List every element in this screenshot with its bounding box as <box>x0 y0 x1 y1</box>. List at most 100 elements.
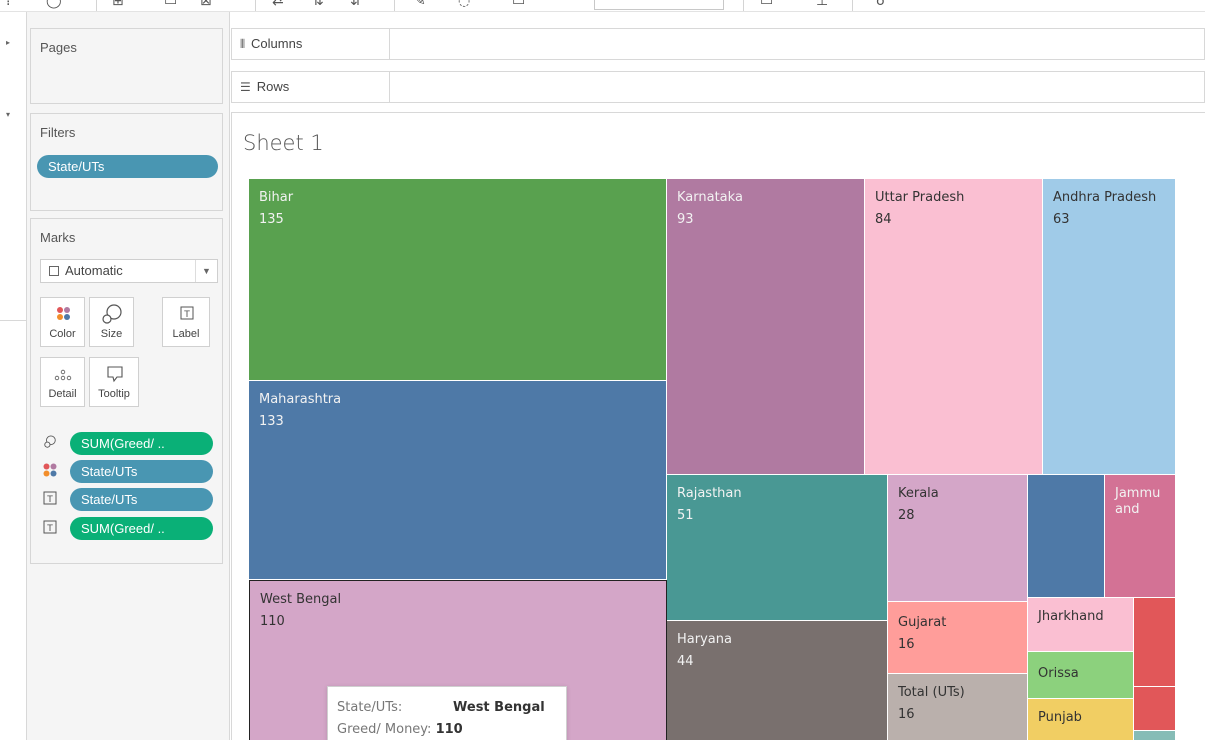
treemap-cell-gujarat[interactable]: Gujarat 16 <box>888 602 1028 674</box>
treemap-cell-andhra-pradesh[interactable]: Andhra Pradesh 63 <box>1043 179 1176 475</box>
cell-name: Rajasthan <box>677 486 742 501</box>
group-icon[interactable]: ◌ <box>458 0 470 9</box>
cell-value: 133 <box>259 414 284 429</box>
treemap-cell-karnataka[interactable]: Karnataka 93 <box>667 179 865 475</box>
mark-type-dropdown[interactable]: Automatic ▼ <box>40 259 218 283</box>
highlight-icon[interactable]: ✎ <box>414 0 426 9</box>
data-pane-collapsed: ▸ ▾ <box>0 12 27 740</box>
mark-type-label: Automatic <box>65 263 123 278</box>
toolbar: ⁞ ◯ ⊞ ▭ ⊠ ⇄ ⇅ ⇵ ✎ ◌ ▭ ▭ ⊥ ʊ <box>0 0 1205 12</box>
treemap-cell-haryana[interactable]: Haryana 44 <box>667 621 888 740</box>
fit-dropdown[interactable] <box>594 0 724 10</box>
pages-title: Pages <box>40 40 77 55</box>
treemap-cell-unlabeled-red-2[interactable] <box>1134 687 1176 731</box>
tooltip-money-key: Greed/ Money: <box>337 722 432 737</box>
treemap-cell-unlabeled-red-1[interactable] <box>1134 598 1176 687</box>
treemap-cell-jharkhand[interactable]: Jharkhand <box>1028 598 1134 652</box>
presentation-icon[interactable]: ▭ <box>760 0 773 9</box>
help-icon[interactable]: ʊ <box>876 0 885 9</box>
cell-value: 63 <box>1053 212 1070 227</box>
share-icon[interactable]: ⊥ <box>816 0 828 9</box>
columns-icon: ⫴ <box>240 37 246 51</box>
treemap-cell-unlabeled-teal[interactable] <box>1134 731 1176 740</box>
filters-title: Filters <box>40 125 76 140</box>
expand-arrow-icon[interactable]: ▸ <box>6 38 10 47</box>
chevron-down-icon: ▼ <box>195 260 217 282</box>
svg-text:T: T <box>46 524 53 534</box>
tooltip-state-value: West Bengal <box>453 700 545 715</box>
marks-field-state-color[interactable]: State/UTs <box>70 460 213 483</box>
cell-value: 16 <box>898 707 915 722</box>
clear-sheet-icon[interactable]: ⊠ <box>200 0 212 9</box>
color-button[interactable]: Color <box>40 297 85 347</box>
pause-icon[interactable]: ▭ <box>164 0 177 9</box>
treemap-cell-maharashtra[interactable]: Maharashtra 133 <box>249 381 667 580</box>
detail-button[interactable]: Detail <box>40 357 85 407</box>
collapse-arrow-icon[interactable]: ▾ <box>6 110 10 119</box>
marks-title: Marks <box>40 230 76 245</box>
size-button[interactable]: Size <box>89 297 134 347</box>
treemap-cell-rajasthan[interactable]: Rajasthan 51 <box>667 475 888 621</box>
marks-field-sum-greed-label[interactable]: SUM(Greed/ .. <box>70 517 213 540</box>
cell-name: Gujarat <box>898 615 947 630</box>
rows-shelf[interactable]: ☰ Rows <box>231 71 1205 103</box>
filters-card[interactable]: Filters State/UTs <box>30 113 223 211</box>
color-label: Color <box>49 328 76 340</box>
marks-field-sum-greed-size[interactable]: SUM(Greed/ .. <box>70 432 213 455</box>
size-icon <box>44 435 56 448</box>
mark-tooltip: State/UTs: West Bengal Greed/ Money: 110 <box>327 686 567 740</box>
filter-pill-state[interactable]: State/UTs <box>37 155 218 178</box>
rows-icon: ☰ <box>240 80 251 94</box>
detail-icon <box>54 369 72 381</box>
columns-label: ⫴ Columns <box>232 29 390 59</box>
sheet-title: Sheet 1 <box>243 131 324 155</box>
rows-label: ☰ Rows <box>232 72 390 102</box>
tooltip-icon <box>107 366 123 383</box>
cell-name: Karnataka <box>677 190 743 205</box>
square-icon <box>49 266 59 276</box>
svg-text:T: T <box>183 310 190 320</box>
size-label: Size <box>100 328 123 340</box>
cell-name: Jammu and <box>1115 486 1161 517</box>
cell-value: 93 <box>677 212 694 227</box>
sort-ascending-icon[interactable]: ⇅ <box>312 0 324 9</box>
label-icon: T <box>180 306 194 320</box>
marks-field-state-label[interactable]: State/UTs <box>70 488 213 511</box>
tooltip-money-value: 110 <box>435 722 463 737</box>
cell-name: Andhra Pradesh <box>1053 190 1157 205</box>
label-label: Label <box>172 328 200 340</box>
columns-shelf[interactable]: ⫴ Columns <box>231 28 1205 60</box>
menu-icon[interactable]: ⁞ <box>6 0 10 9</box>
pages-card[interactable]: Pages <box>30 28 223 104</box>
cell-value: 51 <box>677 508 694 523</box>
treemap-cell-bihar[interactable]: Bihar 135 <box>249 179 667 381</box>
label-icon: T <box>43 520 57 534</box>
cell-name: Jharkhand <box>1038 609 1104 624</box>
treemap-cell-uttar-pradesh[interactable]: Uttar Pradesh 84 <box>865 179 1043 475</box>
cell-value: 84 <box>875 212 892 227</box>
color-icon <box>57 307 70 320</box>
cell-name: Punjab <box>1038 710 1082 725</box>
svg-text:T: T <box>46 495 53 505</box>
undo-icon[interactable]: ◯ <box>46 0 62 9</box>
cell-name: West Bengal <box>260 592 342 607</box>
show-labels-icon[interactable]: ▭ <box>512 0 525 9</box>
cards-panel: Pages Filters State/UTs Marks Automatic … <box>27 12 230 740</box>
cell-name: Haryana <box>677 632 732 647</box>
treemap-cell-unlabeled-blue[interactable] <box>1028 475 1105 598</box>
cell-value: 135 <box>259 212 284 227</box>
tooltip-label: Tooltip <box>98 388 130 400</box>
cell-name: Maharashtra <box>259 392 342 407</box>
treemap-cell-total-uts[interactable]: Total (UTs) 16 <box>888 674 1028 740</box>
swap-icon[interactable]: ⇄ <box>272 0 284 9</box>
treemap-cell-kerala[interactable]: Kerala 28 <box>888 475 1028 602</box>
cell-name: Orissa <box>1038 666 1079 681</box>
tooltip-button[interactable]: Tooltip <box>89 357 139 407</box>
tooltip-state-key: State/UTs: <box>337 700 403 715</box>
treemap-cell-punjab[interactable]: Punjab <box>1028 699 1134 740</box>
label-button[interactable]: T Label <box>162 297 210 347</box>
treemap-cell-jammu[interactable]: Jammu and <box>1105 475 1176 598</box>
treemap-cell-orissa[interactable]: Orissa <box>1028 652 1134 699</box>
sort-descending-icon[interactable]: ⇵ <box>350 0 362 9</box>
new-datasource-icon[interactable]: ⊞ <box>112 0 124 9</box>
